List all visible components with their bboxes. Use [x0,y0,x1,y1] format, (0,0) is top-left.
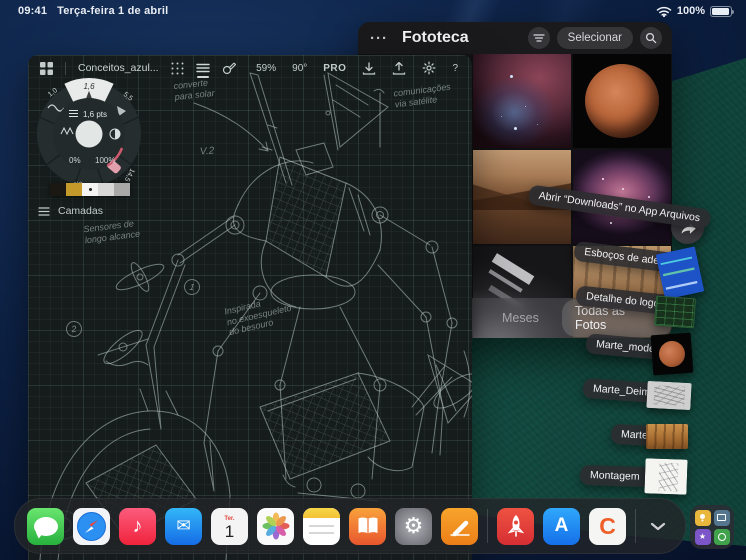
filter-button[interactable] [527,27,550,49]
thumb-pencil-sketch[interactable] [646,380,692,411]
color-palette [50,183,130,196]
precision-grid-button[interactable] [171,62,184,75]
notes-header [303,507,340,518]
calendar-day: 1 [224,521,235,541]
photo-horsehead-nebula[interactable] [473,54,571,148]
app-safari[interactable] [73,507,110,545]
rotation-value[interactable]: 90° [292,63,307,74]
dock-collapse-button[interactable] [645,508,671,545]
pro-badge[interactable]: PRO [323,63,346,74]
swatch-black[interactable] [50,183,66,196]
envelope-icon: ✉ [176,516,191,535]
app-appstore[interactable]: A [543,507,580,545]
dock: ♪ ✉ Ter. 1 ⚙ A C [14,498,686,554]
tool-wheel[interactable]: 1,6 1,0 5,5 6,0 14,5 1,6 pts 0% 100% [31,76,147,192]
layers-label: Camadas [58,205,103,217]
shape-pen-icon [222,62,236,74]
layers-tool-button[interactable] [195,63,210,78]
app-music[interactable]: ♪ [119,507,156,545]
app-mail[interactable]: ✉ [165,507,202,545]
thumb-green-circuit[interactable] [654,295,696,329]
app-settings[interactable]: ⚙ [395,507,432,545]
swatch-light-gray[interactable] [98,183,114,196]
concepts-toolbar: Conceitos_azul... 59% 90° PRO ? [28,55,472,81]
ipad-screen: ··· Fototeca Selecionar Meses Todas as F… [0,0,746,560]
battery-percent: 100% [676,5,705,17]
mini-app-circle-icon [713,528,730,545]
appstore-a-icon: A [554,515,569,536]
app-books[interactable] [349,507,386,545]
app-photos[interactable] [257,507,294,545]
document-title[interactable]: Conceitos_azul... [78,62,159,74]
window-more-button[interactable]: ··· [370,30,388,47]
app-messages[interactable] [27,507,64,545]
thumb-mars-photo[interactable] [650,332,694,376]
layers-list-icon [38,206,50,216]
rocket-icon [507,515,524,537]
wifi-icon [656,6,672,17]
photo-mars-globe[interactable] [573,54,671,148]
import-icon[interactable] [362,61,376,75]
app-notes[interactable] [303,507,340,545]
date: Terça-feira 1 de abril [57,5,169,17]
app-library-button[interactable]: ★ [690,505,734,549]
dock-divider [487,509,488,543]
annotation-version: V.2 [199,145,215,158]
mini-app-bulb-icon [694,509,711,526]
app-concepts[interactable]: C [589,507,626,545]
chevron-down-icon [650,522,666,530]
shapes-tool-button[interactable] [222,62,236,75]
app-rocket[interactable] [497,507,534,545]
thumb-orange-painting[interactable] [646,424,688,449]
status-bar: 09:41 Terça-feira 1 de abril 100% [0,0,746,22]
gear-icon: ⚙ [403,513,424,538]
opacity-max: 100% [95,156,115,165]
layers-panel-header[interactable]: Camadas [38,205,103,217]
drag-label-montagem[interactable]: Montagem [579,464,650,488]
swatch-gold[interactable] [66,183,82,196]
wheel-center-button[interactable] [75,120,103,148]
lines-icon [195,63,210,73]
mini-app-camera-icon [713,509,730,526]
clock: 09:41 [18,5,48,17]
help-button[interactable]: ? [452,63,458,74]
app-sketch-pen[interactable] [441,507,478,545]
projects-grid-icon[interactable] [40,61,53,75]
compass-icon [77,511,106,541]
toolbar-divider [65,61,66,75]
pen-icon [449,520,470,537]
search-button[interactable] [640,27,662,49]
wheel-size-top: 1,6 [83,82,95,91]
battery-icon [710,5,734,17]
fototeca-titlebar[interactable]: ··· Fototeca Selecionar [358,22,672,54]
zoom-level[interactable]: 59% [256,63,276,74]
swatch-white-selected[interactable] [82,183,98,196]
concepts-window[interactable]: Conceitos_azul... 59% 90° PRO ? 1,6 1,0 … [28,55,472,560]
opacity-min: 0% [69,156,81,165]
dock-divider [635,509,636,543]
settings-gear-icon[interactable] [422,61,436,75]
select-button[interactable]: Selecionar [556,27,633,49]
filter-icon [533,34,545,42]
swatch-gray[interactable] [114,183,130,196]
concepts-c-icon: C [599,512,616,539]
fototeca-title: Fototeca [402,29,469,46]
notes-lines [303,518,340,545]
photos-flower-icon [262,512,289,540]
dots-grid-icon [171,62,184,74]
export-icon[interactable] [392,61,406,75]
open-book-icon [358,517,377,534]
chat-bubble-icon [33,516,58,536]
thumb-line-drawing[interactable] [644,458,688,495]
stroke-size-value: 1,6 pts [83,110,107,119]
search-icon [645,32,657,44]
tab-meses[interactable]: Meses [502,311,539,325]
music-note-icon: ♪ [132,514,143,537]
mini-app-star-icon: ★ [694,528,711,545]
app-calendar[interactable]: Ter. 1 [211,507,248,545]
